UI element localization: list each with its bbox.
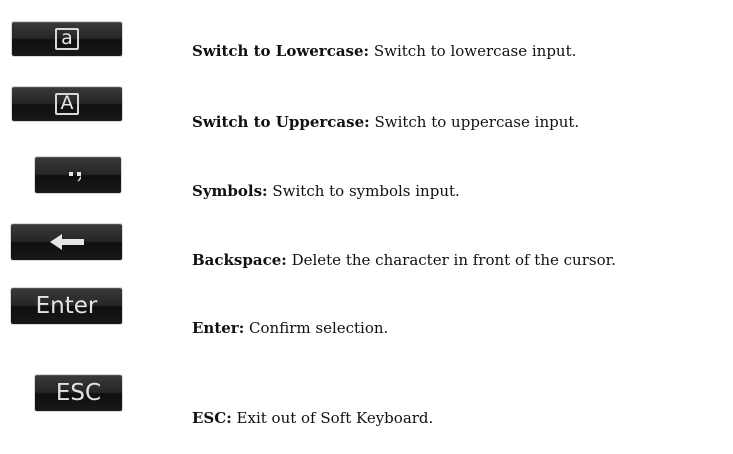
key-row-lowercase: a Switch to Lowercase: Switch to lowerca… [0,22,733,62]
enter-text: Confirm selection. [249,319,389,337]
enter-term: Enter: [192,319,245,337]
enter-key: Enter [11,288,122,324]
key-row-uppercase: A Switch to Uppercase: Switch to upperca… [0,87,733,130]
symbols-key [35,157,121,193]
symbols-text: Switch to symbols input. [272,182,460,200]
esc-description: ESC: Exit out of Soft Keyboard. [192,411,433,426]
key-row-enter: Enter Enter: Confirm selection. [0,288,733,336]
uppercase-text: Switch to uppercase input. [374,113,580,131]
backspace-term: Backspace: [192,251,287,269]
left-arrow-icon [48,232,86,252]
uppercase-description: Switch to Uppercase: Switch to uppercase… [192,115,579,130]
key-row-symbols: Symbols: Switch to symbols input. [0,157,733,199]
esc-term: ESC: [192,409,232,427]
uppercase-key-label: A [55,93,79,115]
backspace-description: Backspace: Delete the character in front… [192,253,616,268]
lowercase-term: Switch to Lowercase: [192,42,370,60]
uppercase-key: A [12,87,122,121]
uppercase-term: Switch to Uppercase: [192,113,370,131]
symbols-term: Symbols: [192,182,268,200]
lowercase-key-label: a [55,28,79,50]
punctuation-symbols-icon [65,167,91,183]
lowercase-key: a [12,22,122,56]
backspace-key [11,224,122,260]
esc-key-label: ESC [55,379,102,406]
key-row-esc: ESC ESC: Exit out of Soft Keyboard. [0,375,733,426]
symbols-description: Symbols: Switch to symbols input. [192,184,460,199]
esc-text: Exit out of Soft Keyboard. [236,409,434,427]
enter-description: Enter: Confirm selection. [192,321,388,336]
lowercase-text: Switch to lowercase input. [373,42,577,60]
enter-key-label: Enter [35,292,98,319]
key-row-backspace: Backspace: Delete the character in front… [0,224,733,268]
backspace-text: Delete the character in front of the cur… [291,251,616,269]
esc-key: ESC [35,375,122,411]
lowercase-description: Switch to Lowercase: Switch to lowercase… [192,44,576,59]
